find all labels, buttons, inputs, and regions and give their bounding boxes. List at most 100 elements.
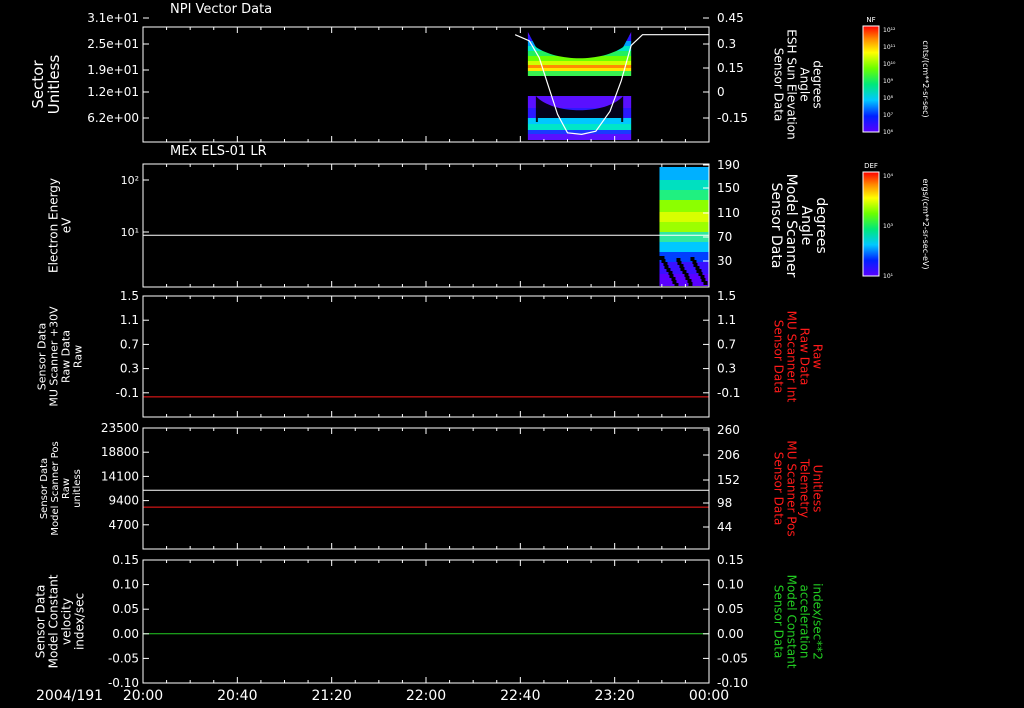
nf-colorbar-tick: 10⁹ (883, 78, 894, 85)
y2-axis-label-line: Unitless (811, 465, 825, 513)
x-tick-label: 23:20 (594, 688, 634, 704)
y-axis-label: Electron Energy eV (47, 178, 74, 273)
els-gap-24 (692, 260, 697, 264)
y2-tick-label: 0.15 (717, 553, 744, 567)
els-gap-22 (663, 262, 668, 266)
y2-axis-label: Sensor Data Model Constant acceleration ind… (772, 575, 825, 669)
def-colorbar: DEF 10⁴ 10³ 10¹ ergs/(cm**2-sr-sec-eV) (862, 162, 930, 280)
y-tick-label: 18800 (101, 445, 139, 459)
y2-axis-label-line: Angle (798, 67, 812, 101)
els-band-6 (659, 232, 709, 242)
y-tick-label: 23500 (101, 421, 139, 435)
y2-axis-label-line: Sensor Data (768, 183, 784, 269)
y2-axis-label-line: Sensor Data (772, 48, 786, 122)
y2-axis-label-line: Angle (798, 206, 814, 246)
nf-colorbar-tick: 10⁸ (883, 95, 894, 102)
nf-colorbar-gradient (862, 25, 880, 133)
y2-axis-label-line: ESH Sun Elevation (785, 29, 799, 139)
y-tick-label: 3.1e+01 (87, 11, 139, 25)
y-tick-label: 0.05 (112, 602, 139, 616)
y-tick-label: 0.10 (112, 578, 139, 592)
y2-tick-label: 150 (717, 181, 740, 195)
y2-tick-label: 70 (717, 230, 732, 244)
y-axis-label-line: index/sec (73, 593, 87, 650)
y2-axis-label-line: Telemetry (798, 458, 812, 518)
panel-title: MEx ELS-01 LR (170, 144, 267, 159)
y-tick-label: -0.1 (116, 386, 139, 400)
y2-axis-label-line: degrees (811, 60, 825, 108)
y2-axis-label-line: Raw Data (798, 328, 812, 386)
y-tick-label: 0.15 (112, 553, 139, 567)
x-tick-label: 21:20 (311, 688, 351, 704)
y2-tick-label: -0.1 (717, 386, 740, 400)
def-colorbar-label: DEF (864, 162, 878, 170)
els-band-3 (659, 200, 709, 212)
y2-tick-label: 0 (717, 85, 725, 99)
y2-tick-label: 0.45 (717, 11, 744, 25)
y-tick-label: 0.7 (120, 337, 139, 351)
panel-4: 23500 18800 14100 9400 4700 260 206 152 98 44 Sens… (39, 421, 825, 550)
y2-tick-label: 0.15 (717, 61, 744, 75)
y-tick-label: 10² (121, 174, 139, 187)
panel-5: 0.150.100.050.00-0.05-0.100.150.100.050.… (34, 553, 825, 690)
els-gap-21 (671, 277, 676, 281)
els-band-8 (659, 252, 709, 262)
els-band-1 (659, 180, 709, 190)
x-tick-label: 22:40 (500, 688, 540, 704)
y2-axis-label: Sensor Data ESH Sun Elevation Angle degrees (772, 29, 825, 139)
def-colorbar-tick: 10³ (883, 223, 894, 230)
y2-axis-label-line: degrees (813, 197, 829, 253)
y2-axis-label-line: Model Constant (785, 575, 799, 669)
els-gap-20 (679, 264, 684, 268)
els-band-7 (659, 242, 709, 252)
y2-axis-label: Sensor Data MU Scanner Int Raw Data Raw (772, 311, 825, 403)
panel-3: 1.5 1.1 0.7 0.3 -0.1 1.5 1.1 0.7 0.3 -0.1 Sensor D… (36, 289, 825, 418)
y-tick-label: 0.00 (112, 627, 139, 641)
def-colorbar-tick: 10⁴ (883, 173, 894, 180)
y2-tick-label: 0.3 (717, 37, 736, 51)
y-axis-label: Sensor Data Model Scanner Pos Raw unitless (39, 441, 83, 535)
nf-colorbar-tick: 10⁶ (883, 129, 894, 136)
x-tick-label: 22:00 (406, 688, 446, 704)
y-axis-label: Sensor Data Model Constant velocity index/s… (34, 574, 87, 668)
y-axis-label-line: Model Constant (47, 574, 61, 668)
y2-tick-label: 0.7 (717, 337, 736, 351)
y2-tick-label: 0.00 (717, 627, 744, 641)
y2-tick-label: -0.05 (717, 651, 748, 665)
y2-tick-label: 30 (717, 254, 732, 268)
y2-axis-label-line: Sensor Data (772, 452, 786, 526)
panel-frame-2 (142, 163, 710, 288)
nf-colorbar-tick: 10¹¹ (883, 44, 896, 51)
y2-axis-label-line: MU Scanner Int (785, 311, 799, 403)
y-axis-label-line: eV (60, 217, 74, 233)
y2-tick-label: 190 (717, 158, 740, 172)
y-axis-label-line: Model Scanner Pos (50, 441, 61, 535)
y-tick-label: 9400 (108, 494, 139, 508)
def-colorbar-gradient (862, 171, 880, 277)
npi-band-7 (527, 65, 632, 68)
els-band-0 (659, 167, 709, 180)
def-colorbar-tick: 10¹ (883, 273, 894, 280)
els-band-4 (659, 212, 709, 222)
y-axis-label-line: Sensor Data (34, 585, 48, 659)
npi-lower-band-3 (527, 124, 632, 130)
npi-lower-core (537, 118, 622, 124)
def-colorbar-units-text: ergs/(cm**2-sr-sec-eV) (921, 178, 930, 269)
x-tick-label: 20:00 (123, 688, 163, 704)
y2-axis-label-line: acceleration (798, 585, 812, 659)
y-tick-label: 14100 (101, 469, 139, 483)
nf-colorbar-tick: 10¹² (883, 27, 896, 34)
date-label: 2004/191 (36, 688, 103, 704)
y-axis-label-line: velocity (60, 598, 74, 645)
y2-tick-label: 260 (717, 423, 740, 437)
y2-axis-label-line: MU Scanner Pos (785, 440, 799, 536)
y2-tick-label: 0.05 (717, 602, 744, 616)
npi-lower-band-5 (527, 134, 632, 140)
nf-colorbar-units-text: cnts/(cm**2-sr-sec) (921, 40, 930, 117)
nf-colorbar-tick: 10⁷ (883, 112, 894, 119)
y2-tick-label: 1.1 (717, 313, 736, 327)
y2-tick-label: 0.10 (717, 578, 744, 592)
els-gap-28 (660, 256, 665, 260)
y-axis-label-line: Raw (72, 345, 85, 368)
y2-axis-label-line: Sensor Data (772, 585, 786, 659)
